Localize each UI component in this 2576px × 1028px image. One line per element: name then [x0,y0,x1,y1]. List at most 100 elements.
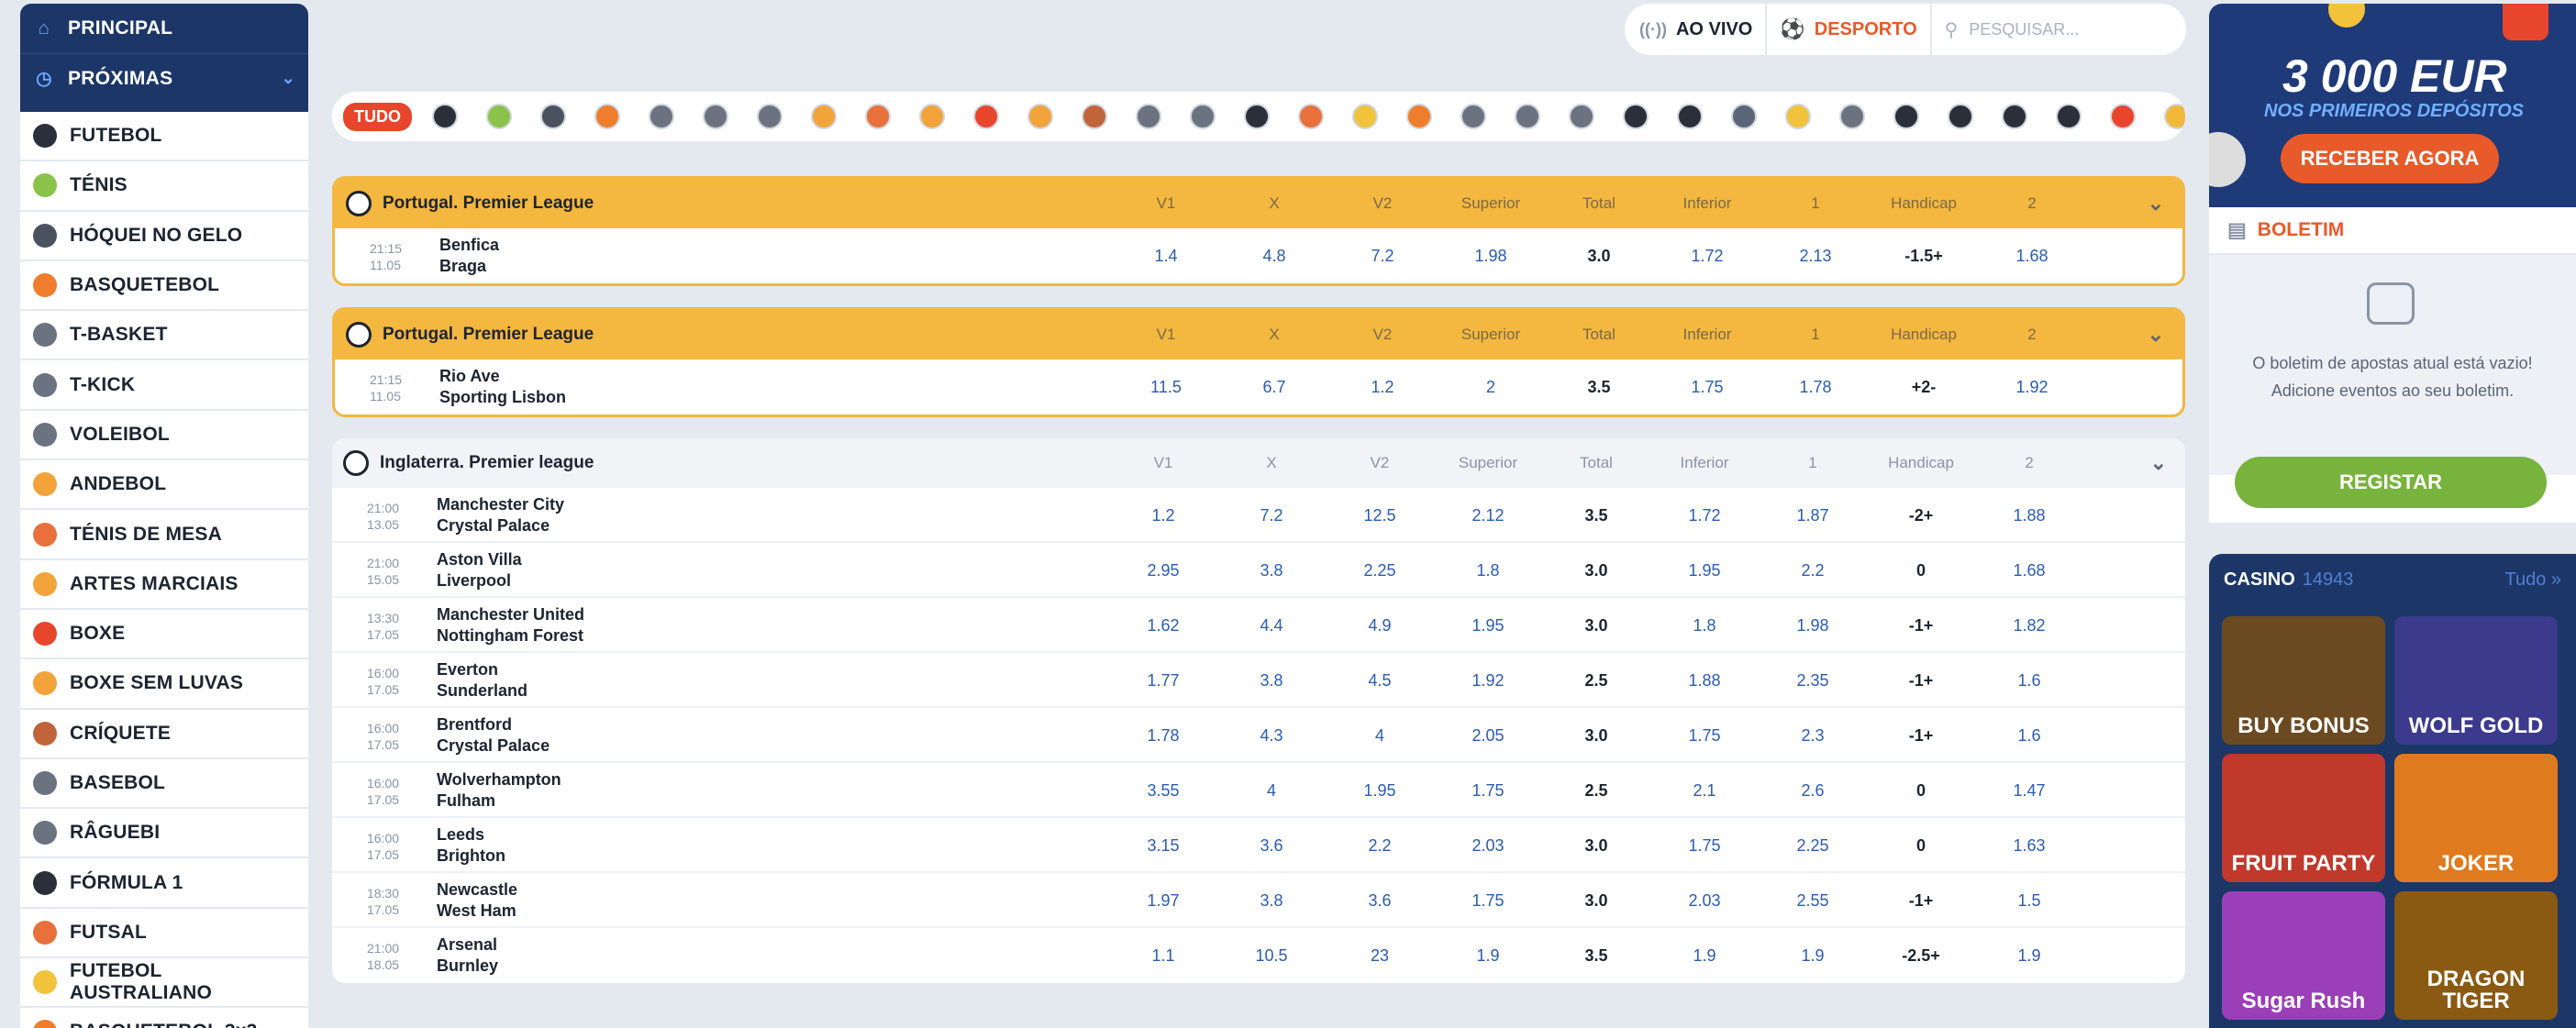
odds-cell[interactable]: 1.1 [1117,946,1209,966]
receive-now-button[interactable]: RECEBER AGORA [2281,134,2499,183]
odds-cell[interactable]: 1.95 [1659,561,1750,580]
odds-cell[interactable]: 1.9 [1442,946,1534,966]
sidebar-item-sport[interactable]: CRÍQUETE [20,710,308,759]
event-row[interactable]: 21:00 15.05 Aston Villa Liverpool 2.95 3.8… [332,543,2185,598]
sport-filter-icon[interactable] [1839,104,1865,129]
odds-cell[interactable]: 4.3 [1226,726,1317,746]
sidebar-item-sport[interactable]: TÉNIS DE MESA [20,510,308,560]
sidebar-item-sport[interactable]: T-KICK [20,360,308,411]
casino-game-tile[interactable]: JOKER [2394,754,2558,882]
sport-filter-icon[interactable] [703,104,728,129]
sidebar-item-sport[interactable]: ANDEBOL [20,460,308,511]
odds-cell[interactable]: 1.5 [1983,891,2075,911]
casino-game-tile[interactable]: WOLF GOLD [2394,616,2558,745]
odds-cell[interactable]: 7.2 [1226,506,1317,525]
event-row[interactable]: 21:00 18.05 Arsenal Burnley 1.1 10.5 23 1.9 3… [332,928,2185,983]
sport-filter-icon[interactable] [432,104,458,129]
sidebar-item-sport[interactable]: BASEBOL [20,759,308,810]
odds-cell[interactable]: 1.9 [1767,946,1859,966]
odds-cell[interactable]: 4 [1334,726,1426,746]
sidebar-item-sport[interactable]: TÉNIS [20,161,308,212]
odds-cell[interactable]: 1.62 [1117,616,1209,636]
odds-cell[interactable]: 3.6 [1226,836,1317,856]
sport-tab[interactable]: ⚽ DESPORTO [1767,4,1932,55]
odds-cell[interactable]: 6.7 [1228,378,1320,397]
filter-all-button[interactable]: TUDO [343,102,412,131]
sport-filter-icon[interactable] [1460,104,1486,129]
odds-cell[interactable]: 2.05 [1442,726,1534,746]
sidebar-item-sport[interactable]: RÂGUEBI [20,809,308,859]
odds-cell[interactable]: 1.75 [1442,891,1534,911]
sport-filter-icon[interactable] [973,104,999,129]
sport-filter-icon[interactable] [2164,104,2185,129]
sport-filter-icon[interactable] [2056,104,2082,129]
sidebar-item-sport[interactable]: BASQUETEBOL [20,261,308,312]
odds-cell[interactable]: 2.25 [1767,836,1859,856]
casino-game-tile[interactable]: FRUIT PARTY [2222,754,2385,882]
odds-cell[interactable]: 1.78 [1117,726,1209,746]
odds-cell[interactable]: 2.3 [1767,726,1859,746]
odds-cell[interactable]: 4.8 [1228,247,1320,266]
sport-filter-icon[interactable] [2002,104,2027,129]
event-row[interactable]: 16:00 17.05 Brentford Crystal Palace 1.78… [332,708,2185,763]
sidebar-item-sport[interactable]: FÓRMULA 1 [20,858,308,909]
league-header[interactable]: Inglaterra. Premier league V1 X V2 Superior T… [332,438,2185,488]
odds-cell[interactable]: 2.03 [1659,891,1750,911]
sidebar-item-sport[interactable]: FUTEBOL [20,112,308,162]
odds-cell[interactable]: 1.92 [1442,671,1534,691]
odds-cell[interactable]: 10.5 [1226,946,1317,966]
odds-cell[interactable]: 1.6 [1983,726,2075,746]
odds-cell[interactable]: 1.68 [1983,561,2075,580]
odds-cell[interactable]: 3.8 [1226,561,1317,580]
odds-cell[interactable]: 1.98 [1445,247,1537,266]
odds-cell[interactable]: 2.95 [1117,561,1209,580]
register-button[interactable]: REGISTAR [2235,457,2547,508]
event-row[interactable]: 21:00 13.05 Manchester City Crystal Pala… [332,488,2185,543]
odds-cell[interactable]: 2.2 [1767,561,1859,580]
sidebar-item-sport[interactable]: HÓQUEI NO GELO [20,212,308,261]
chevron-down-icon[interactable]: ⌄ [282,69,295,88]
sidebar-item-sport[interactable]: FUTEBOL AUSTRALIANO [20,958,308,1009]
odds-cell[interactable]: 2 [1445,378,1537,397]
odds-cell[interactable]: 2.55 [1767,891,1859,911]
sport-filter-icon[interactable] [1785,104,1811,129]
odds-cell[interactable]: 2.1 [1659,781,1750,801]
nav-proximas[interactable]: ◷ PRÓXIMAS ⌄ [20,53,308,103]
promo-banner[interactable]: 3 000 EUR NOS PRIMEIROS DEPÓSITOS RECEBE… [2209,4,2576,207]
odds-cell[interactable]: 3.55 [1117,781,1209,801]
nav-principal[interactable]: ⌂ PRINCIPAL [20,4,308,53]
odds-cell[interactable]: 1.98 [1767,616,1859,636]
odds-cell[interactable]: 1.92 [1986,378,2078,397]
sport-filter-icon[interactable] [1893,104,1919,129]
odds-cell[interactable]: 2.12 [1442,506,1534,525]
sport-filter-icon[interactable] [486,104,512,129]
odds-cell[interactable]: 1.95 [1442,616,1534,636]
sport-filter-icon[interactable] [757,104,783,129]
odds-cell[interactable]: 1.75 [1661,378,1753,397]
odds-cell[interactable]: 1.87 [1767,506,1859,525]
odds-cell[interactable]: 2.35 [1767,671,1859,691]
league-header[interactable]: Portugal. Premier League V1 X V2 Superior Tot… [335,310,2182,359]
sidebar-item-sport[interactable]: FUTSAL [20,909,308,959]
sport-filter-icon[interactable] [865,104,891,129]
casino-game-tile[interactable]: Sugar Rush [2222,891,2385,1020]
sidebar-item-sport[interactable]: VOLEIBOL [20,411,308,461]
odds-cell[interactable]: 1.75 [1659,836,1750,856]
odds-cell[interactable]: 2.2 [1334,836,1426,856]
casino-game-tile[interactable]: DRAGON TIGER [2394,891,2558,1020]
sport-filter-icon[interactable] [649,104,674,129]
sport-filter-icon[interactable] [1352,104,1378,129]
odds-cell[interactable]: 1.63 [1983,836,2075,856]
odds-cell[interactable]: 23 [1334,946,1426,966]
odds-cell[interactable]: 4.9 [1334,616,1426,636]
event-row[interactable]: 13:30 17.05 Manchester United Nottingham… [332,598,2185,653]
odds-cell[interactable]: 1.72 [1659,506,1750,525]
sport-filter-icon[interactable] [1027,104,1053,129]
sport-filter-icon[interactable] [811,104,837,129]
live-tab[interactable]: ((·)) AO VIVO [1625,4,1768,55]
odds-cell[interactable]: 1.8 [1442,561,1534,580]
odds-cell[interactable]: 3.15 [1117,836,1209,856]
sidebar-item-sport[interactable]: T-BASKET [20,311,308,361]
odds-cell[interactable]: 1.95 [1334,781,1426,801]
odds-cell[interactable]: 1.9 [1983,946,2075,966]
